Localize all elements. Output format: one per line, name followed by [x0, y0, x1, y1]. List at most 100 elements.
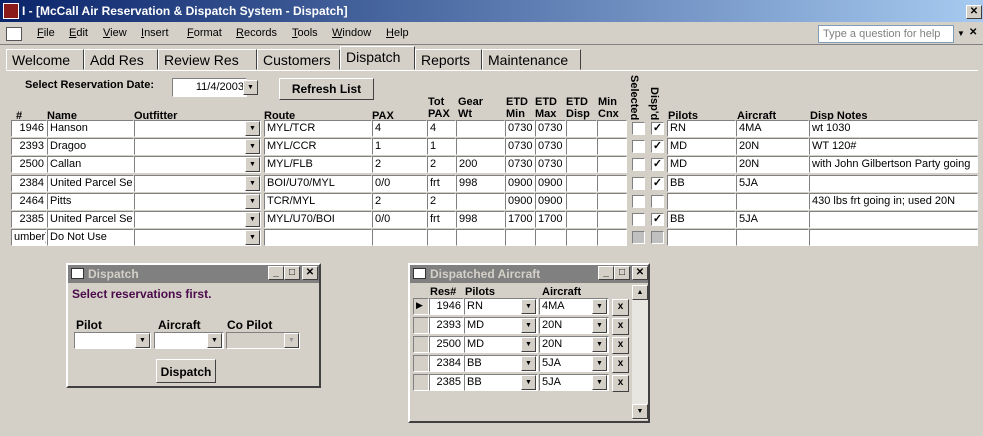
menu-edit[interactable]: Edit — [69, 27, 88, 39]
tab-welcome[interactable]: Welcome — [6, 49, 84, 70]
tab-review-res[interactable]: Review Res — [158, 49, 257, 70]
cell-aircraft[interactable]: 5JA — [736, 174, 809, 192]
record-selector[interactable] — [413, 317, 429, 334]
cell-num[interactable]: 2500 — [11, 156, 47, 174]
cell-route[interactable]: MYL/TCR — [264, 120, 372, 137]
minimize-icon[interactable]: _ — [598, 266, 614, 280]
aircraft-dropdown-icon[interactable]: ▼ — [592, 318, 607, 333]
selected-checkbox[interactable] — [632, 158, 645, 172]
cell-notes[interactable]: WT 120# — [809, 138, 978, 156]
cell-min-cnx[interactable] — [597, 120, 627, 137]
remove-button[interactable]: x — [612, 375, 629, 392]
dispatched-checkbox[interactable]: ✓ — [651, 213, 664, 226]
dispatch-dialog-titlebar[interactable]: Dispatch _ □ ✕ — [68, 265, 319, 283]
record-selector[interactable] — [413, 374, 429, 391]
cell-name[interactable]: Pitts — [47, 192, 134, 210]
selected-checkbox[interactable] — [632, 231, 645, 245]
cell-gear[interactable] — [456, 192, 505, 210]
menu-records[interactable]: Records — [236, 27, 277, 39]
cell-tot-pax[interactable]: frt — [427, 211, 456, 228]
cell-gear[interactable]: 998 — [456, 211, 505, 228]
cell-gear[interactable] — [456, 120, 505, 137]
tab-add-res[interactable]: Add Res — [84, 49, 158, 70]
cell-notes[interactable] — [809, 174, 978, 192]
cell-outfitter[interactable] — [134, 174, 261, 192]
cell-outfitter[interactable] — [134, 156, 261, 174]
menu-view[interactable]: View — [103, 27, 127, 39]
cell-tot-pax[interactable]: 2 — [427, 156, 456, 174]
cell-aircraft[interactable]: 4MA — [736, 120, 809, 137]
cell-min-cnx[interactable] — [597, 211, 627, 228]
cell-gear[interactable] — [456, 229, 505, 247]
cell-route[interactable] — [264, 229, 372, 247]
cell-etd-disp[interactable] — [566, 138, 597, 156]
dispatched-aircraft-titlebar[interactable]: Dispatched Aircraft _ □ ✕ — [410, 265, 648, 283]
selected-checkbox[interactable] — [632, 176, 645, 190]
cell-outfitter[interactable] — [134, 192, 261, 210]
dispatched-checkbox[interactable]: ✓ — [651, 176, 664, 190]
tab-dispatch[interactable]: Dispatch — [340, 46, 415, 70]
cell-notes[interactable] — [809, 229, 978, 247]
cell-pilots[interactable] — [667, 229, 736, 247]
scroll-down-icon[interactable]: ▼ — [632, 404, 648, 419]
cell-route[interactable]: MYL/U70/BOI — [264, 211, 372, 228]
cell-etd-disp[interactable] — [566, 229, 597, 247]
menu-help[interactable]: Help — [386, 27, 409, 39]
cell-etd-max[interactable]: 0730 — [535, 138, 566, 156]
cell-name[interactable]: Hanson — [47, 120, 134, 137]
selected-checkbox[interactable] — [632, 194, 645, 208]
document-close-icon[interactable]: ✕ — [969, 27, 981, 39]
date-dropdown-icon[interactable]: ▼ — [243, 80, 258, 95]
selected-checkbox[interactable] — [632, 213, 645, 226]
cell-etd-disp[interactable] — [566, 211, 597, 228]
cell-name[interactable]: United Parcel Se — [47, 174, 134, 192]
menu-insert[interactable]: Insert — [141, 27, 169, 39]
cell-etd-min[interactable]: 0900 — [505, 192, 535, 210]
outfitter-dropdown-icon[interactable]: ▼ — [245, 175, 260, 191]
menu-window[interactable]: Window — [332, 27, 371, 39]
cell-outfitter[interactable] — [134, 211, 261, 228]
cell-tot-pax[interactable]: 2 — [427, 192, 456, 210]
cell-etd-min[interactable]: 0730 — [505, 138, 535, 156]
maximize-icon[interactable]: □ — [284, 266, 300, 280]
maximize-icon[interactable]: □ — [614, 266, 630, 280]
menu-file[interactable]: File — [37, 27, 55, 39]
cell-num[interactable]: 2464 — [11, 192, 47, 210]
aircraft-dropdown-icon[interactable]: ▼ — [592, 356, 607, 371]
cell-num[interactable]: 2393 — [11, 138, 47, 156]
selected-checkbox[interactable] — [632, 140, 645, 154]
cell-name[interactable]: Callan — [47, 156, 134, 174]
outfitter-dropdown-icon[interactable]: ▼ — [245, 212, 260, 227]
cell-etd-min[interactable] — [505, 229, 535, 247]
cell-notes[interactable]: wt 1030 — [809, 120, 978, 137]
cell-route[interactable]: TCR/MYL — [264, 192, 372, 210]
menu-format[interactable]: Format — [187, 27, 222, 39]
cell-route[interactable]: MYL/CCR — [264, 138, 372, 156]
cell-pilots[interactable]: MD — [667, 156, 736, 174]
cell-pax[interactable]: 0/0 — [372, 174, 427, 192]
outfitter-dropdown-icon[interactable]: ▼ — [245, 157, 260, 173]
cell-num[interactable]: 2385 — [11, 211, 47, 228]
pilot-dropdown-icon[interactable]: ▼ — [135, 333, 150, 348]
record-selector[interactable]: ▶ — [413, 298, 429, 315]
cell-etd-min[interactable]: 0900 — [505, 174, 535, 192]
cell-name[interactable]: Do Not Use — [47, 229, 134, 247]
cell-pax[interactable]: 2 — [372, 192, 427, 210]
outfitter-dropdown-icon[interactable]: ▼ — [245, 121, 260, 136]
cell-pax[interactable]: 4 — [372, 120, 427, 137]
remove-button[interactable]: x — [612, 318, 629, 335]
aircraft-dropdown-icon[interactable]: ▼ — [592, 375, 607, 390]
record-selector[interactable] — [413, 355, 429, 372]
close-icon[interactable]: ✕ — [302, 266, 318, 280]
cell-num[interactable]: umber) — [11, 229, 47, 247]
pilot-dropdown-icon[interactable]: ▼ — [521, 337, 536, 352]
cell-aircraft[interactable]: 20N — [736, 156, 809, 174]
cell-min-cnx[interactable] — [597, 229, 627, 247]
aircraft-dropdown-icon[interactable]: ▼ — [592, 299, 607, 314]
dispatched-checkbox[interactable] — [651, 194, 664, 208]
cell-pax[interactable]: 1 — [372, 138, 427, 156]
cell-tot-pax[interactable] — [427, 229, 456, 247]
close-icon[interactable]: ✕ — [632, 266, 648, 280]
cell-pax[interactable]: 0/0 — [372, 211, 427, 228]
cell-pilots[interactable] — [667, 192, 736, 210]
